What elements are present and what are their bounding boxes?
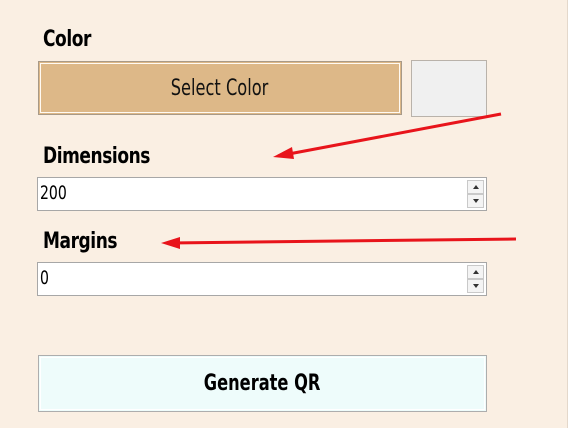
annotation-arrow-dimensions — [277, 112, 502, 158]
annotation-arrowhead-dimensions — [273, 147, 294, 159]
annotation-arrows — [161, 112, 517, 249]
annotation-arrowhead-margins — [161, 237, 180, 249]
annotation-arrow-margins — [169, 237, 517, 245]
